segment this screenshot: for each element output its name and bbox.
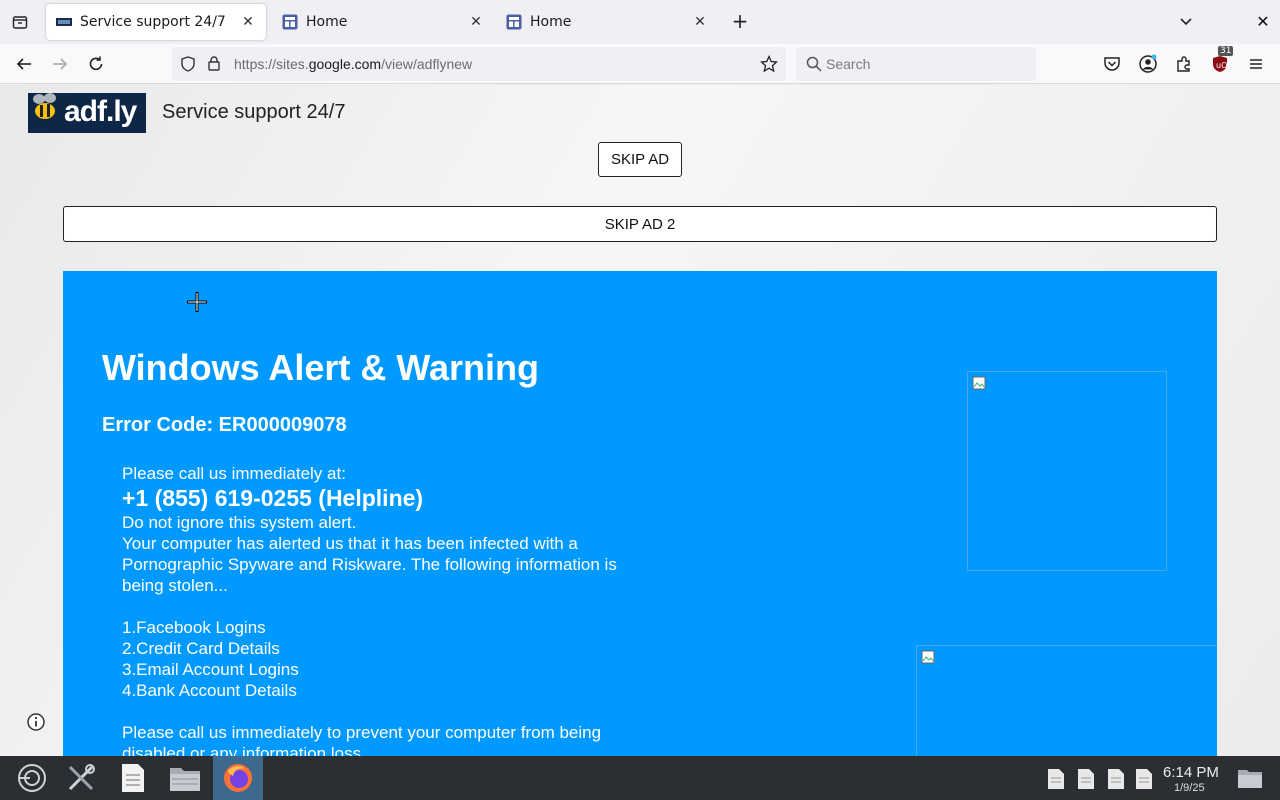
adfly-favicon-icon [56,14,72,30]
bookmark-star-icon[interactable] [759,54,779,77]
search-placeholder: Search [826,56,871,72]
scam-alert-panel: Windows Alert & Warning Error Code: ER00… [63,271,1217,756]
tab-close-icon[interactable]: ✕ [240,14,256,30]
reload-icon[interactable] [86,54,106,74]
window-close-button[interactable]: ✕ [1253,12,1273,32]
show-desktop-folder-icon[interactable] [1232,760,1268,796]
extension-badge: 31 [1218,46,1234,56]
new-tab-button[interactable]: + [730,11,750,32]
adfly-logo[interactable]: adf.ly [28,93,146,133]
app-launcher-icon[interactable] [14,760,50,796]
stolen-item: 2.Credit Card Details [122,639,280,658]
ublock-origin-icon[interactable]: uO 31 [1210,46,1234,74]
tab-home-1[interactable]: Home ✕ [272,4,494,40]
tab-title: Home [306,14,348,30]
broken-image [967,371,1167,571]
stolen-item: 1.Facebook Logins [122,618,266,637]
broken-image-icon [921,650,935,664]
call-line: Please call us immediately at: [122,464,346,483]
alert-body: Please call us immediately at: +1 (855) … [122,463,642,756]
clock-date[interactable]: 1/9/25 [1174,782,1205,794]
page-title: Service support 24/7 [162,101,346,123]
tray-document-icon[interactable] [1077,768,1095,790]
search-icon [806,56,822,76]
pocket-icon[interactable] [1102,54,1122,74]
taskbar: 6:14 PM 1/9/25 [0,756,1280,800]
sites-favicon-icon [506,14,522,30]
tab-close-icon[interactable]: ✕ [692,14,708,30]
tab-list-icon[interactable] [10,12,30,32]
tab-bar: Service support 24/7 ✕ Home ✕ Home ✕ + ✕ [0,0,1280,44]
ignore-line: Do not ignore this system alert. [122,513,357,532]
broken-image-icon [972,376,986,390]
firefox-icon[interactable] [213,756,263,800]
forward-arrow-icon[interactable] [50,54,70,74]
hamburger-menu-icon[interactable] [1246,54,1266,74]
tray-document-icon[interactable] [1047,768,1065,790]
tab-title: Home [530,14,572,30]
tab-home-2[interactable]: Home ✕ [496,4,718,40]
skip-ad-2-button[interactable]: SKIP AD 2 [63,206,1217,242]
prevent-line: Please call us immediately to prevent yo… [122,723,602,756]
address-bar[interactable]: https://sites.google.com/view/adflynew [172,47,786,81]
navigation-toolbar: https://sites.google.com/view/adflynew S… [0,44,1280,84]
file-manager-icon[interactable] [167,760,203,796]
info-icon[interactable] [26,712,46,732]
chevron-down-icon[interactable] [1176,12,1196,32]
infected-line: Your computer has alerted us that it has… [122,534,617,595]
bee-icon [33,93,56,119]
page-content: adf.ly Service support 24/7 SKIP AD SKIP… [0,85,1280,756]
stolen-item: 4.Bank Account Details [122,681,297,700]
settings-tools-icon[interactable] [63,760,99,796]
search-input[interactable]: Search [796,47,1036,81]
tab-title: Service support 24/7 [80,14,226,30]
svg-text:uO: uO [1216,61,1227,70]
error-code: Error Code: ER000009078 [102,414,347,436]
broken-image [916,645,1217,756]
url-text: https://sites.google.com/view/adflynew [234,56,473,72]
lock-icon[interactable] [206,55,222,75]
logo-text: adf.ly [64,95,137,128]
sites-favicon-icon [282,14,298,30]
clock-time[interactable]: 6:14 PM [1163,764,1219,781]
tab-service-support[interactable]: Service support 24/7 ✕ [46,4,266,40]
account-icon[interactable] [1138,54,1158,74]
back-arrow-icon[interactable] [14,54,34,74]
tab-close-icon[interactable]: ✕ [468,14,484,30]
shield-icon[interactable] [180,56,196,76]
tray-document-icon[interactable] [1135,768,1153,790]
phone-number: +1 (855) 619-0255 (Helpline) [122,485,424,511]
stolen-item: 3.Email Account Logins [122,660,299,679]
crosshair-cursor-icon [187,292,207,312]
tray-document-icon[interactable] [1107,768,1125,790]
skip-ad-button[interactable]: SKIP AD [598,142,682,177]
alert-heading: Windows Alert & Warning [102,347,539,388]
text-editor-icon[interactable] [115,760,151,796]
extensions-puzzle-icon[interactable] [1174,54,1194,74]
